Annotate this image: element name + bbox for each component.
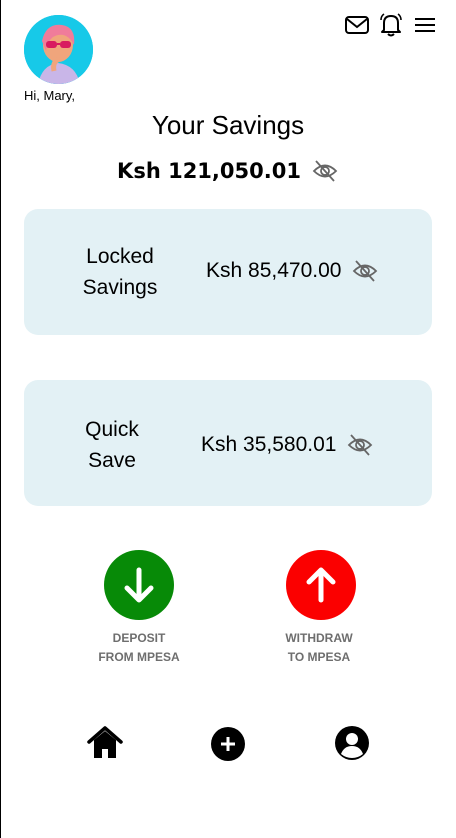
- total-balance: Ksh 121,050.01: [117, 159, 301, 183]
- deposit-label: DEPOSIT FROM MPESA: [69, 629, 209, 667]
- add-icon[interactable]: [210, 726, 246, 762]
- deposit-button[interactable]: [104, 550, 174, 620]
- card-label-line2: Save: [88, 449, 136, 472]
- card-label: Locked Savings: [64, 241, 176, 303]
- card-amount-row: Ksh 35,580.01: [201, 431, 374, 459]
- withdraw-label-line1: WITHDRAW: [285, 631, 353, 645]
- locked-savings-amount: Ksh 85,470.00: [206, 259, 342, 282]
- deposit-label-line1: DEPOSIT: [112, 631, 166, 645]
- mail-icon[interactable]: [344, 12, 370, 38]
- hide-amount-icon[interactable]: [351, 257, 379, 285]
- card-label-line2: Savings: [82, 276, 158, 299]
- home-icon[interactable]: [87, 725, 123, 761]
- card-amount-row: Ksh 85,470.00: [206, 257, 379, 285]
- header-actions: [344, 12, 438, 38]
- page-title: Your Savings: [151, 110, 305, 140]
- profile-icon[interactable]: [334, 725, 370, 761]
- quick-save-amount: Ksh 35,580.01: [201, 433, 337, 456]
- card-label-line1: Locked: [86, 245, 154, 268]
- quick-save-card[interactable]: Quick Save Ksh 35,580.01: [24, 380, 432, 506]
- deposit-label-line2: FROM MPESA: [98, 650, 180, 664]
- arrow-down-icon: [124, 567, 154, 603]
- menu-icon[interactable]: [412, 12, 438, 38]
- withdraw-label-line2: TO MPESA: [287, 650, 351, 664]
- bell-icon[interactable]: [378, 12, 404, 38]
- hide-balance-icon[interactable]: [311, 157, 339, 185]
- total-balance-row: Ksh 121,050.01: [0, 157, 456, 185]
- withdraw-button[interactable]: [286, 550, 356, 620]
- arrow-up-icon: [306, 567, 336, 603]
- hide-amount-icon[interactable]: [346, 431, 374, 459]
- card-label: Quick Save: [56, 414, 168, 476]
- locked-savings-card[interactable]: Locked Savings Ksh 85,470.00: [24, 209, 432, 335]
- withdraw-label: WITHDRAW TO MPESA: [249, 629, 389, 667]
- avatar[interactable]: [24, 15, 93, 84]
- greeting-text: Hi, Mary,: [24, 88, 76, 103]
- card-label-line1: Quick: [85, 418, 139, 441]
